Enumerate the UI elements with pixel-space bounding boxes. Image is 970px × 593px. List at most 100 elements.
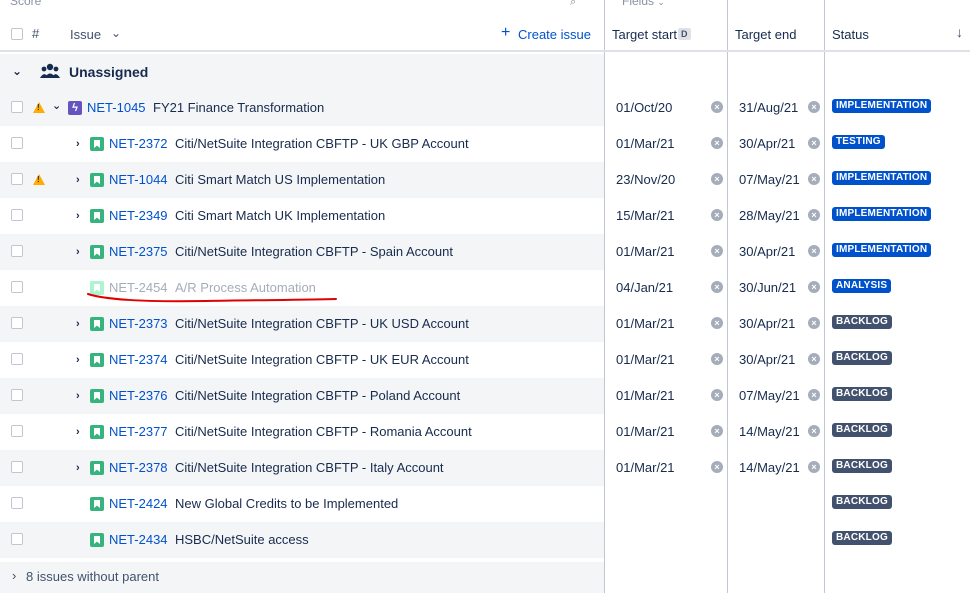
target-start-value[interactable]: 23/Nov/20	[616, 172, 675, 187]
issue-key-link[interactable]: NET-2377	[109, 424, 168, 439]
expand-chevron-icon[interactable]: ›	[76, 246, 84, 258]
expand-chevron-icon[interactable]: ›	[12, 568, 16, 583]
status-column-header[interactable]: Status	[832, 27, 869, 42]
clear-date-icon[interactable]: ×	[808, 173, 820, 185]
issue-summary[interactable]: Citi/NetSuite Integration CBFTP - Romani…	[175, 424, 472, 439]
status-badge[interactable]: BACKLOG	[832, 531, 892, 545]
target-end-column-header[interactable]: Target end	[735, 27, 796, 42]
issue-summary[interactable]: Citi/NetSuite Integration CBFTP - UK GBP…	[175, 136, 469, 151]
row-checkbox[interactable]	[11, 461, 23, 473]
row-checkbox[interactable]	[11, 317, 23, 329]
issue-key-link[interactable]: NET-2434	[109, 532, 168, 547]
issue-summary[interactable]: FY21 Finance Transformation	[153, 100, 324, 115]
target-end-value[interactable]: 07/May/21	[739, 172, 800, 187]
table-row[interactable]: › NET-2376 Citi/NetSuite Integration CBF…	[0, 378, 604, 414]
issue-key-link[interactable]: NET-2374	[109, 352, 168, 367]
table-row[interactable]: › NET-2375 Citi/NetSuite Integration CBF…	[0, 234, 604, 270]
column-divider[interactable]	[604, 0, 605, 593]
expand-chevron-icon[interactable]: ›	[76, 354, 84, 366]
target-end-value[interactable]: 30/Apr/21	[739, 136, 795, 151]
issues-without-parent-row[interactable]: › 8 issues without parent	[0, 562, 604, 593]
expand-chevron-icon[interactable]: ›	[76, 426, 84, 438]
row-checkbox[interactable]	[11, 353, 23, 365]
issue-column-header[interactable]: Issue	[70, 27, 101, 42]
issue-key-link[interactable]: NET-2375	[109, 244, 168, 259]
issue-summary[interactable]: New Global Credits to be Implemented	[175, 496, 398, 511]
clear-date-icon[interactable]: ×	[808, 425, 820, 437]
group-row-unassigned[interactable]: ⌄ Unassigned	[0, 54, 604, 90]
status-badge[interactable]: BACKLOG	[832, 459, 892, 473]
clear-date-icon[interactable]: ×	[808, 245, 820, 257]
target-end-value[interactable]: 28/May/21	[739, 208, 800, 223]
clear-date-icon[interactable]: ×	[711, 425, 723, 437]
issue-key-link[interactable]: NET-2373	[109, 316, 168, 331]
row-checkbox[interactable]	[11, 425, 23, 437]
column-divider[interactable]	[824, 0, 825, 593]
clear-date-icon[interactable]: ×	[711, 389, 723, 401]
clear-date-icon[interactable]: ×	[808, 209, 820, 221]
row-checkbox[interactable]	[11, 209, 23, 221]
collapse-chevron-icon[interactable]: ⌄	[52, 99, 61, 112]
expand-chevron-icon[interactable]: ›	[76, 210, 84, 222]
expand-chevron-icon[interactable]: ›	[76, 138, 84, 150]
issue-summary[interactable]: Citi/NetSuite Integration CBFTP - Italy …	[175, 460, 444, 475]
row-checkbox[interactable]	[11, 533, 23, 545]
clear-date-icon[interactable]: ×	[711, 353, 723, 365]
expand-chevron-icon[interactable]: ›	[76, 174, 84, 186]
issue-summary[interactable]: Citi Smart Match UK Implementation	[175, 208, 385, 223]
search-icon[interactable]: ⌕	[570, 0, 576, 9]
expand-chevron-icon[interactable]: ›	[76, 390, 84, 402]
issue-summary[interactable]: Citi/NetSuite Integration CBFTP - Poland…	[175, 388, 460, 403]
issue-key-link[interactable]: NET-2376	[109, 388, 168, 403]
clear-date-icon[interactable]: ×	[711, 101, 723, 113]
table-row[interactable]: NET-2424 New Global Credits to be Implem…	[0, 486, 604, 522]
status-badge[interactable]: BACKLOG	[832, 351, 892, 365]
table-row[interactable]: › NET-2372 Citi/NetSuite Integration CBF…	[0, 126, 604, 162]
target-end-value[interactable]: 07/May/21	[739, 388, 800, 403]
table-row[interactable]: › NET-2349 Citi Smart Match UK Implement…	[0, 198, 604, 234]
expand-chevron-icon[interactable]: ›	[76, 462, 84, 474]
target-start-value[interactable]: 01/Mar/21	[616, 136, 675, 151]
clear-date-icon[interactable]: ×	[711, 317, 723, 329]
select-all-checkbox[interactable]	[11, 28, 23, 40]
clear-date-icon[interactable]: ×	[808, 137, 820, 149]
chevron-down-icon[interactable]: ⌄	[111, 26, 121, 40]
table-row[interactable]: › NET-1044 Citi Smart Match US Implement…	[0, 162, 604, 198]
issue-key-link[interactable]: NET-1045	[87, 100, 146, 115]
plus-icon[interactable]: +	[501, 24, 510, 42]
target-start-value[interactable]: 01/Mar/21	[616, 460, 675, 475]
issue-key-link[interactable]: NET-2349	[109, 208, 168, 223]
clear-date-icon[interactable]: ×	[808, 461, 820, 473]
issue-key-link[interactable]: NET-2372	[109, 136, 168, 151]
fields-button[interactable]: Fields ⌄	[622, 0, 665, 8]
target-start-value[interactable]: 04/Jan/21	[616, 280, 673, 295]
sort-arrow-icon[interactable]: ↓	[956, 24, 963, 40]
clear-date-icon[interactable]: ×	[711, 137, 723, 149]
issue-summary[interactable]: Citi/NetSuite Integration CBFTP - Spain …	[175, 244, 453, 259]
clear-date-icon[interactable]: ×	[808, 317, 820, 329]
expand-chevron-icon[interactable]: ›	[76, 318, 84, 330]
status-badge[interactable]: IMPLEMENTATION	[832, 171, 932, 185]
row-checkbox[interactable]	[11, 173, 23, 185]
target-start-value[interactable]: 01/Mar/21	[616, 244, 675, 259]
clear-date-icon[interactable]: ×	[808, 389, 820, 401]
row-checkbox[interactable]	[11, 497, 23, 509]
table-row[interactable]: › NET-2374 Citi/NetSuite Integration CBF…	[0, 342, 604, 378]
status-badge[interactable]: BACKLOG	[832, 315, 892, 329]
target-end-value[interactable]: 14/May/21	[739, 460, 800, 475]
target-end-value[interactable]: 30/Apr/21	[739, 316, 795, 331]
target-start-value[interactable]: 01/Mar/21	[616, 316, 675, 331]
target-end-value[interactable]: 14/May/21	[739, 424, 800, 439]
table-row[interactable]: ⌄ ϟ NET-1045 FY21 Finance Transformation	[0, 90, 604, 126]
table-row[interactable]: › NET-2373 Citi/NetSuite Integration CBF…	[0, 306, 604, 342]
table-row[interactable]: › NET-2377 Citi/NetSuite Integration CBF…	[0, 414, 604, 450]
issue-summary[interactable]: Citi/NetSuite Integration CBFTP - UK EUR…	[175, 352, 469, 367]
target-start-column-header[interactable]: Target start	[612, 27, 677, 42]
status-badge[interactable]: BACKLOG	[832, 423, 892, 437]
status-badge[interactable]: IMPLEMENTATION	[832, 243, 932, 257]
clear-date-icon[interactable]: ×	[808, 101, 820, 113]
target-end-value[interactable]: 31/Aug/21	[739, 100, 798, 115]
status-badge[interactable]: IMPLEMENTATION	[832, 207, 932, 221]
clear-date-icon[interactable]: ×	[711, 245, 723, 257]
clear-date-icon[interactable]: ×	[808, 353, 820, 365]
